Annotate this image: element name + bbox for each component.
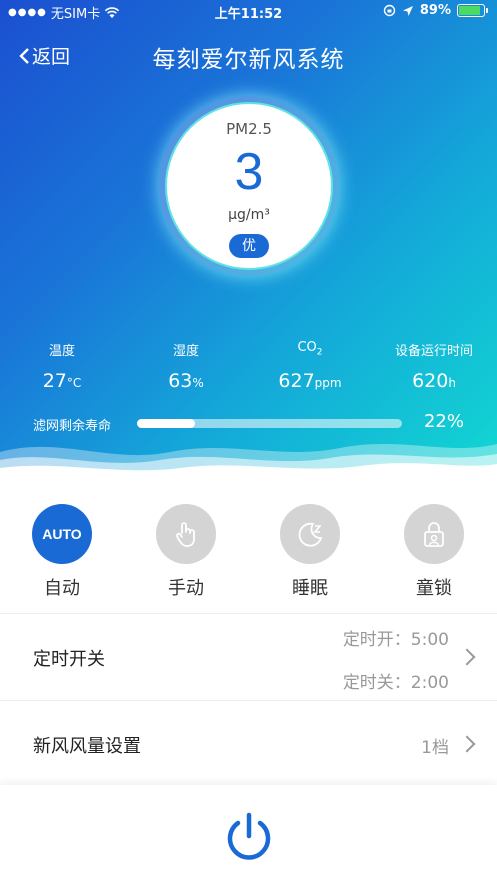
battery-percent: 89%: [419, 3, 451, 18]
stat-label: CO2: [297, 340, 323, 358]
airflow-value: 1档: [421, 738, 449, 758]
mode-label: 手动: [168, 578, 204, 599]
stat-value: 27°C: [42, 370, 82, 392]
wave-decoration: [0, 444, 497, 478]
mode-auto[interactable]: AUTO 自动: [22, 504, 102, 600]
auto-icon: AUTO: [32, 504, 92, 564]
stat-temperature: 温度 27°C: [0, 340, 124, 392]
mode-selector: AUTO 自动 手动 睡眠 童锁: [0, 500, 497, 608]
timer-row[interactable]: 定时开关 定时开：5:00 定时关：2:00: [0, 614, 497, 700]
stat-label: 设备运行时间: [394, 344, 473, 359]
location-icon: [402, 5, 413, 16]
filter-percent: 22%: [423, 411, 464, 432]
filter-progress-track: [137, 419, 402, 428]
airflow-row[interactable]: 新风风量设置 1档: [0, 701, 497, 785]
pm-value: 3: [234, 143, 264, 201]
timer-title: 定时开关: [33, 649, 105, 670]
stat-humidity: 湿度 63%: [124, 340, 248, 392]
stat-value: 627ppm: [278, 370, 342, 392]
orientation-lock-icon: [383, 4, 396, 17]
chevron-right-icon: [458, 648, 476, 666]
chevron-right-icon: [458, 735, 476, 753]
mode-label: 睡眠: [292, 578, 328, 599]
child-lock-icon: [404, 504, 464, 564]
status-right: 89%: [383, 3, 488, 18]
mode-label: 童锁: [416, 578, 452, 599]
mode-label: 自动: [44, 578, 80, 599]
stat-value: 63%: [168, 370, 204, 392]
pm-gauge: PM2.5 3 μg/m³ 优: [165, 102, 333, 270]
filter-progress-fill: [137, 419, 196, 428]
power-button[interactable]: [219, 807, 279, 867]
stats-row: 温度 27°C 湿度 63% CO2 627ppm 设备运行时间 620h: [0, 340, 497, 400]
stat-runtime: 设备运行时间 620h: [372, 340, 496, 392]
moon-sleep-icon: [280, 504, 340, 564]
air-quality-badge: 优: [229, 234, 269, 258]
stat-co2: CO2 627ppm: [248, 340, 372, 392]
page-title: 每刻爱尔新风系统: [152, 47, 345, 73]
bottom-bar: [0, 785, 497, 883]
mode-sleep[interactable]: 睡眠: [270, 504, 350, 600]
mode-child-lock[interactable]: 童锁: [394, 504, 474, 600]
pm-unit: μg/m³: [228, 207, 270, 223]
hand-tap-icon: [156, 504, 216, 564]
stat-label: 温度: [48, 344, 75, 359]
mode-manual[interactable]: 手动: [146, 504, 226, 600]
timer-on-text: 定时开：5:00: [342, 630, 449, 650]
stat-value: 620h: [412, 370, 456, 392]
hero-panel: ●●●● 无SIM卡 上午11:52 89% 返回 每刻爱尔新风系统 PM2.5…: [0, 0, 497, 478]
stat-label: 湿度: [172, 344, 199, 359]
nav-bar: 返回 每刻爱尔新风系统: [0, 38, 497, 74]
pm-label: PM2.5: [226, 120, 272, 138]
timer-off-text: 定时关：2:00: [342, 673, 449, 693]
battery-icon: [457, 4, 488, 17]
airflow-title: 新风风量设置: [33, 736, 141, 757]
status-bar: ●●●● 无SIM卡 上午11:52 89%: [0, 0, 497, 24]
